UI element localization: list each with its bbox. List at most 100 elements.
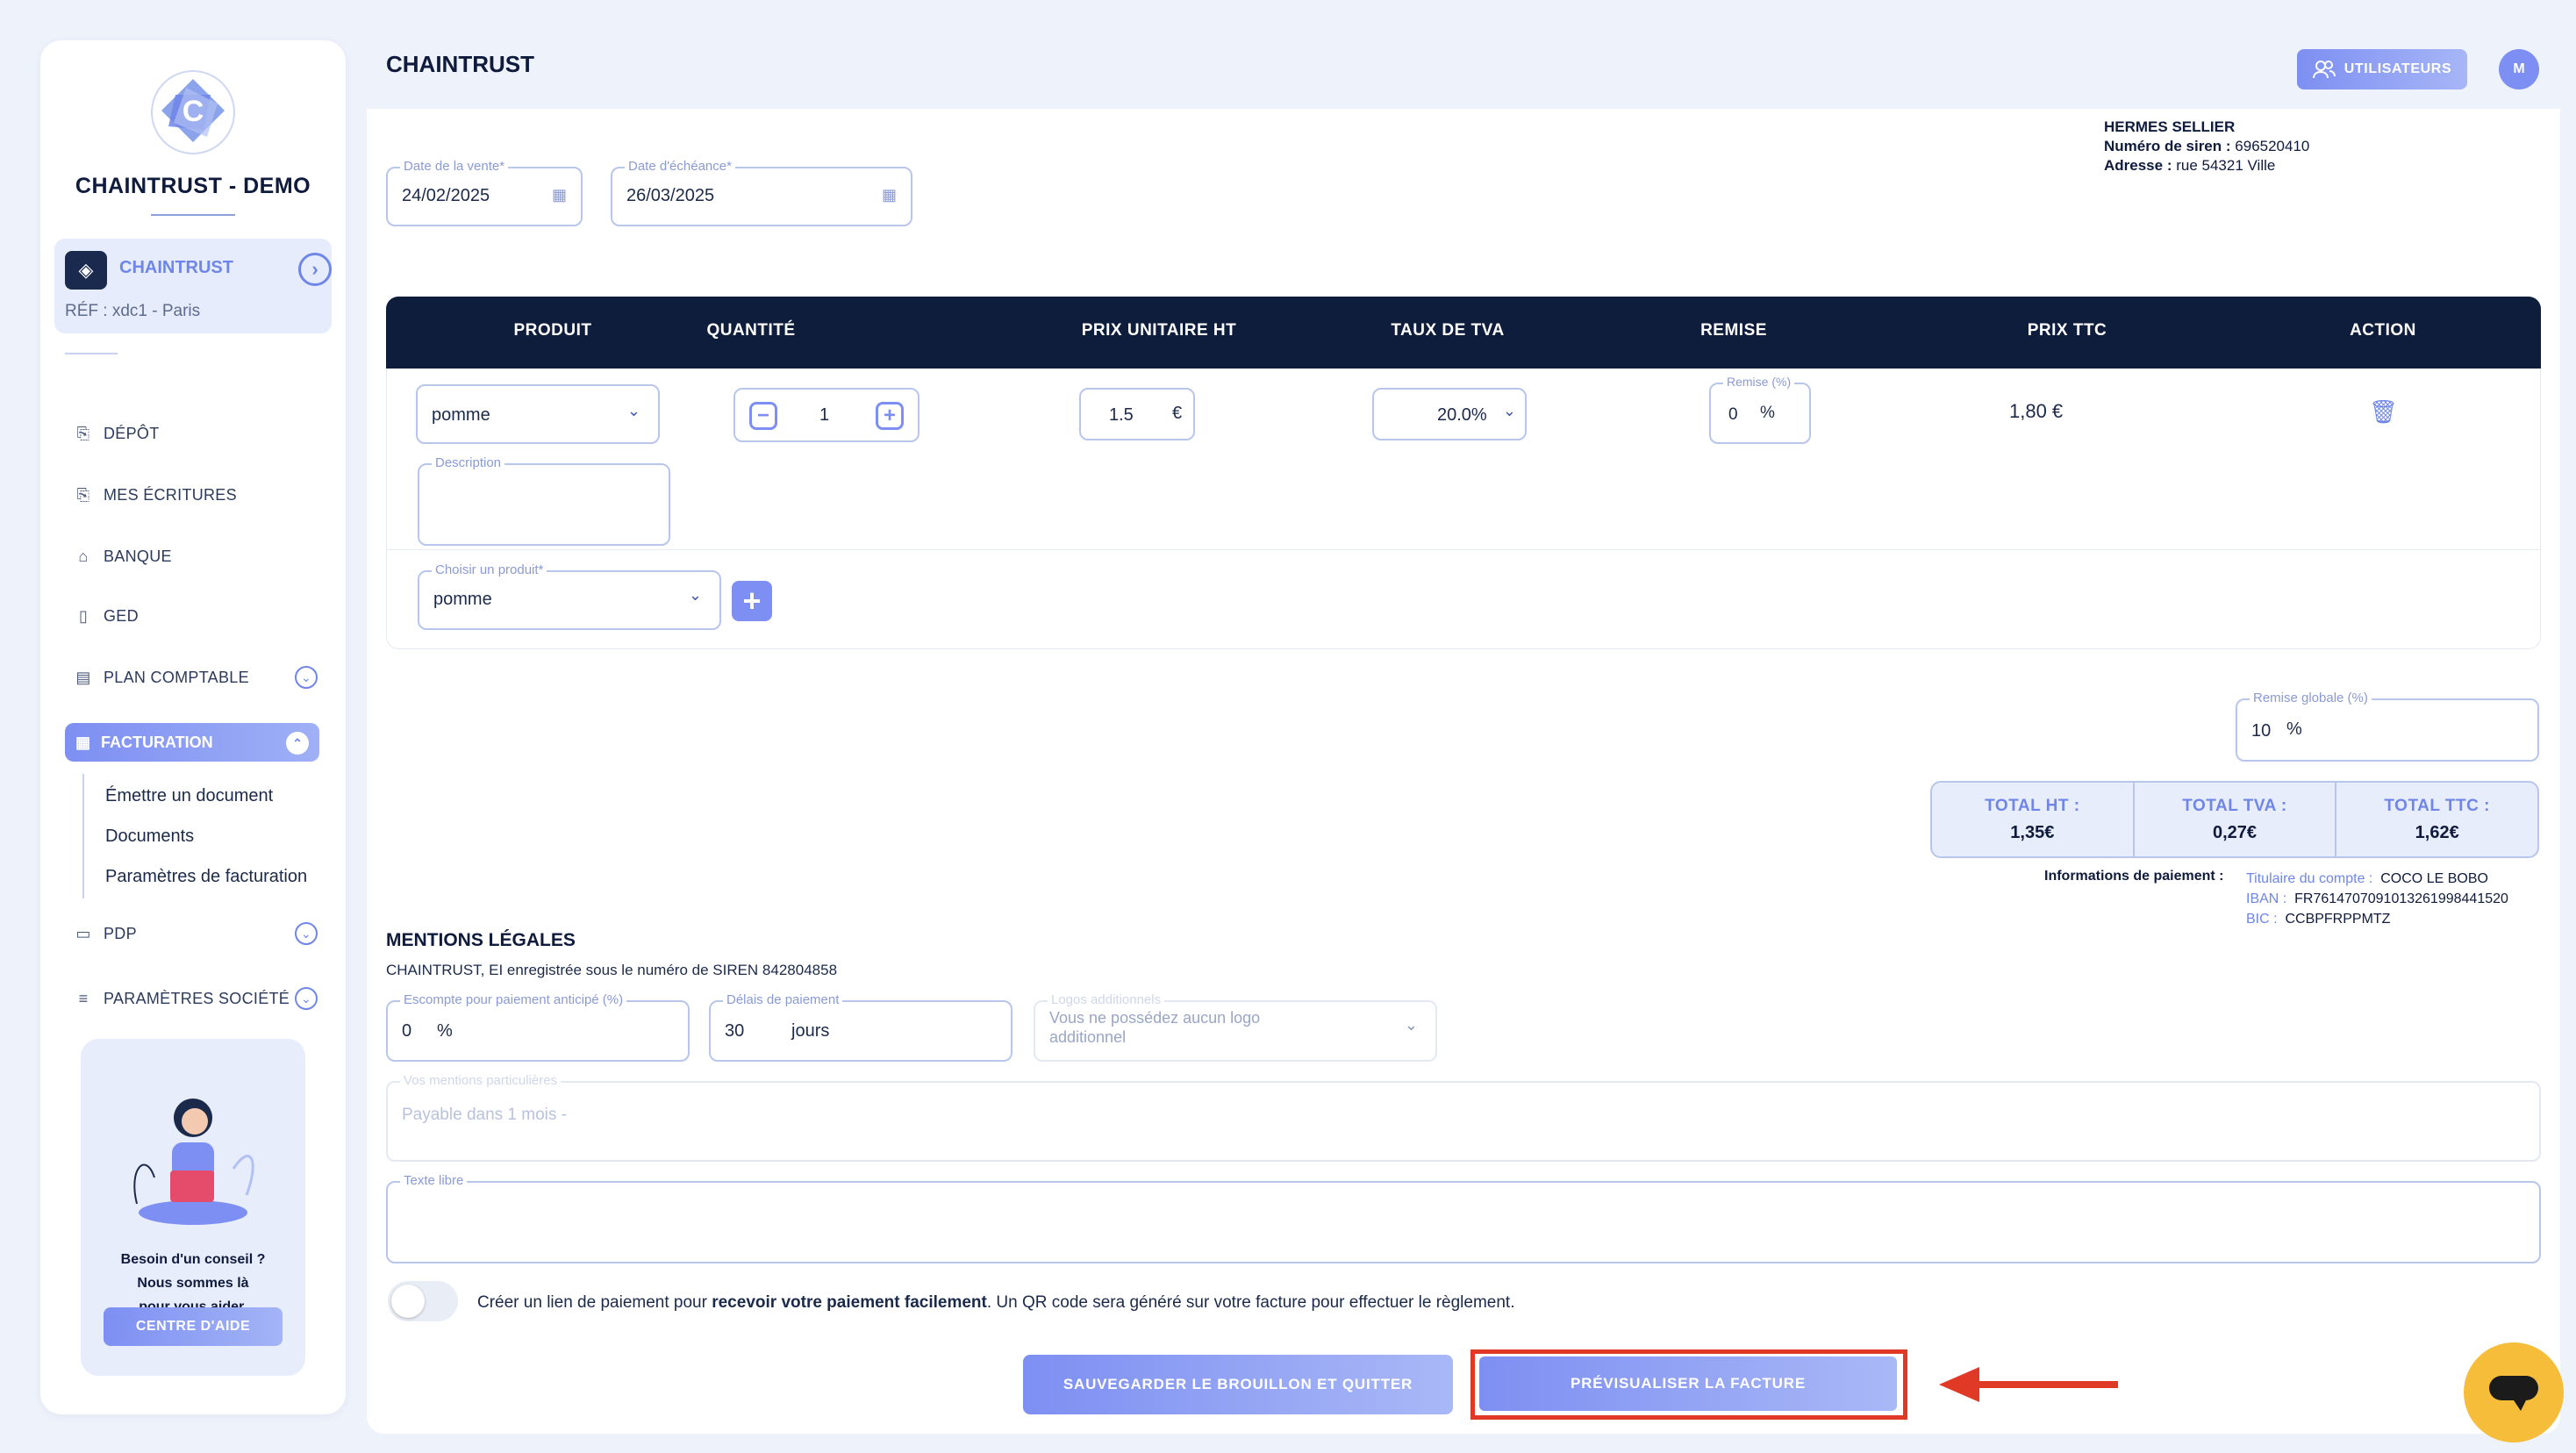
page-title: CHAINTRUST — [386, 51, 534, 77]
users-button[interactable]: UTILISATEURS — [2297, 49, 2467, 89]
book-icon: ▤ — [75, 668, 91, 686]
add-product-button[interactable]: + — [732, 581, 772, 621]
payment-delay-field[interactable]: Délais de paiement 30 jours — [709, 992, 1013, 1062]
plus-icon[interactable]: + — [876, 402, 904, 430]
quantity-stepper[interactable]: − 1 + — [733, 388, 919, 442]
sale-date-field[interactable]: Date de la vente* 24/02/2025 ▦ — [386, 159, 583, 226]
unit-price-value: 1.5 — [1109, 405, 1134, 425]
payment-link-toggle[interactable] — [388, 1281, 458, 1321]
sidebar-item-label: PDP — [104, 924, 137, 942]
custom-mentions-field[interactable]: Vos mentions particulières Payable dans … — [386, 1073, 2541, 1162]
sidebar-item-label: GED — [104, 606, 139, 625]
iban-value: FR7614707091013261998441520 — [2294, 891, 2508, 906]
seller-name: HERMES SELLIER — [2104, 118, 2236, 135]
payment-delay-label: Délais de paiement — [723, 992, 843, 1007]
chevron-down-icon: ⌄ — [1404, 1016, 1418, 1034]
sidebar-item-facturation[interactable]: ▦ FACTURATION ⌃ — [65, 723, 319, 762]
sidebar-item-banque[interactable]: ⌂ BANQUE — [74, 539, 328, 574]
sale-date-value: 24/02/2025 — [402, 186, 490, 205]
company-ref: RÉF : xdc1 - Paris — [65, 302, 201, 320]
help-center-button[interactable]: CENTRE D'AIDE — [104, 1307, 283, 1346]
due-date-field[interactable]: Date d'échéance* 26/03/2025 ▦ — [611, 159, 912, 226]
payment-link-text-2: . Un QR code sera généré sur votre factu… — [986, 1293, 1515, 1312]
mentions-placeholder: Payable dans 1 mois - — [402, 1106, 567, 1124]
trash-icon[interactable]: 🗑 — [2369, 398, 2398, 426]
payment-delay-value: 30 — [725, 1021, 745, 1041]
chevron-up-icon[interactable]: ⌃ — [286, 732, 309, 755]
toggle-knob — [391, 1285, 425, 1318]
users-icon — [2312, 61, 2336, 79]
help-illustration-icon — [133, 1099, 254, 1225]
company-name: CHAINTRUST — [119, 258, 233, 277]
mentions-label: Vos mentions particulières — [400, 1073, 562, 1088]
product-select[interactable]: pomme ⌄ — [416, 384, 660, 444]
minus-icon[interactable]: − — [749, 402, 777, 430]
chevron-down-icon[interactable]: ⌄ — [295, 922, 318, 945]
help-card: Besoin d'un conseil ? Nous sommes là pou… — [81, 1039, 305, 1376]
holder-value: COCO LE BOBO — [2380, 871, 2488, 886]
submenu-parametres-facturation[interactable]: Paramètres de facturation — [105, 867, 307, 887]
inbox-icon: ⎘ — [76, 485, 90, 504]
legal-title: MENTIONS LÉGALES — [386, 930, 576, 950]
description-label: Description — [432, 455, 505, 470]
submenu-emettre[interactable]: Émettre un document — [105, 786, 273, 806]
total-ttc: TOTAL TTC : 1,62€ — [2336, 783, 2537, 856]
company-card[interactable]: ◈ CHAINTRUST › RÉF : xdc1 - Paris — [54, 239, 332, 333]
col-header-remise: REMISE — [1700, 321, 1767, 340]
logos-label: Logos additionnels — [1048, 992, 1165, 1007]
col-header-prix-unitaire: PRIX UNITAIRE HT — [1081, 321, 1237, 340]
chat-icon — [2489, 1376, 2538, 1411]
iban-label: IBAN : — [2246, 891, 2287, 906]
discount-field[interactable]: Remise (%) 0 % — [1709, 375, 1811, 444]
chevron-right-icon[interactable]: › — [298, 253, 332, 286]
seller-address-label: Adresse : — [2104, 157, 2172, 174]
calendar-icon[interactable]: ▦ — [552, 186, 567, 204]
sidebar-item-label: BANQUE — [104, 547, 172, 565]
save-draft-button[interactable]: SAUVEGARDER LE BROUILLON ET QUITTER — [1023, 1355, 1453, 1414]
help-line-2: Nous sommes là — [137, 1276, 249, 1291]
total-ttc-label: TOTAL TTC : — [2384, 797, 2490, 815]
payment-info: Titulaire du compte : COCO LE BOBO IBAN … — [2246, 869, 2508, 929]
sidebar-item-label: DÉPÔT — [104, 424, 160, 442]
percent-symbol: % — [1760, 404, 1775, 422]
choose-product-select[interactable]: Choisir un produit* pomme ⌄ — [418, 562, 721, 630]
sidebar-item-label: FACTURATION — [101, 733, 213, 751]
sidebar-item-ged[interactable]: ▯ GED — [74, 598, 328, 633]
vat-rate-select[interactable]: 20.0% ⌄ — [1372, 388, 1527, 440]
submenu-documents[interactable]: Documents — [105, 827, 194, 847]
total-tva-value: 0,27€ — [2212, 823, 2258, 842]
seller-address: rue 54321 Ville — [2176, 157, 2276, 174]
total-ht: TOTAL HT : 1,35€ — [1932, 783, 2135, 856]
sidebar-item-parametres-societe[interactable]: ≡ PARAMÈTRES SOCIÉTÉ ⌄ — [74, 981, 328, 1016]
seller-info: HERMES SELLIER Numéro de siren : 6965204… — [2104, 118, 2309, 175]
row-divider — [387, 549, 2540, 550]
description-field[interactable]: Description — [418, 455, 670, 546]
product-value: pomme — [432, 405, 490, 425]
invoice-table-header: PRODUIT QUANTITÉ PRIX UNITAIRE HT TAUX D… — [386, 297, 2541, 369]
early-discount-label: Escompte pour paiement anticipé (%) — [400, 992, 627, 1007]
chat-button[interactable] — [2464, 1342, 2564, 1442]
calendar-icon[interactable]: ▦ — [882, 186, 897, 204]
preview-invoice-button[interactable]: PRÉVISUALISER LA FACTURE — [1479, 1356, 1897, 1411]
global-discount-field[interactable]: Remise globale (%) 10 % — [2236, 691, 2539, 762]
sidebar-item-depot[interactable]: ⎘ DÉPÔT — [74, 416, 328, 451]
free-text-field[interactable]: Texte libre — [386, 1173, 2541, 1263]
sidebar-item-ecritures[interactable]: ⎘ MES ÉCRITURES — [74, 477, 328, 512]
choose-product-value: pomme — [433, 590, 492, 609]
svg-text:C: C — [182, 95, 204, 128]
sidebar-divider — [65, 353, 118, 354]
unit-price-field[interactable]: 1.5 € — [1079, 388, 1195, 440]
chevron-down-icon[interactable]: ⌄ — [295, 987, 318, 1010]
discount-label: Remise (%) — [1723, 375, 1795, 389]
additional-logos-select[interactable]: Logos additionnels Vous ne possédez aucu… — [1034, 992, 1437, 1062]
sidebar-item-pdp[interactable]: ▭ PDP ⌄ — [74, 916, 328, 951]
early-discount-value: 0 — [402, 1021, 412, 1041]
document-icon: ▯ — [78, 606, 89, 625]
avatar[interactable]: M — [2499, 49, 2539, 89]
early-payment-discount-field[interactable]: Escompte pour paiement anticipé (%) 0 % — [386, 992, 690, 1062]
sale-date-label: Date de la vente* — [400, 159, 509, 174]
sidebar-item-plan-comptable[interactable]: ▤ PLAN COMPTABLE ⌄ — [74, 660, 328, 695]
sidebar-item-label: MES ÉCRITURES — [104, 485, 237, 504]
chevron-down-icon[interactable]: ⌄ — [295, 666, 318, 689]
bic-value: CCBPFRPPMTZ — [2285, 912, 2391, 927]
